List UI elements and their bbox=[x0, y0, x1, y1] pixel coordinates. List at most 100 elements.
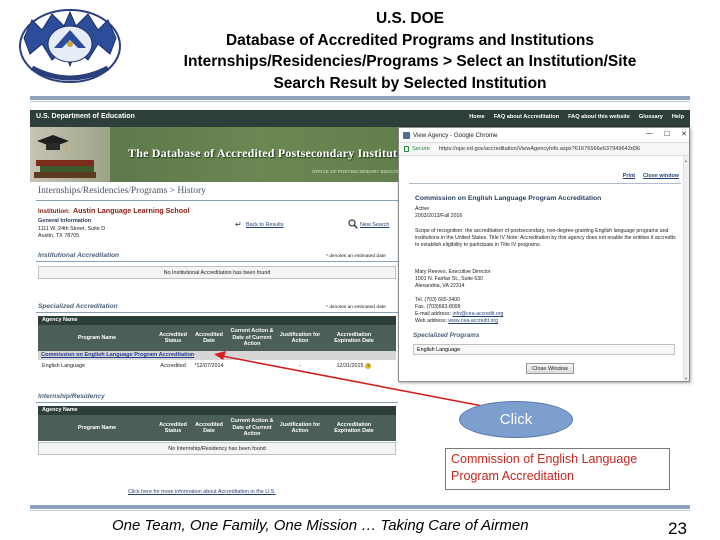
top-divider bbox=[30, 96, 690, 100]
institution-name: Austin Language Learning School bbox=[72, 206, 190, 215]
specialized-table-header: Program Name Accredited Status Accredite… bbox=[38, 325, 396, 351]
scroll-up-icon[interactable]: ▲ bbox=[684, 158, 688, 163]
secure-label: Secure bbox=[412, 146, 430, 152]
address-line-2: Austin, TX 78705 bbox=[38, 233, 80, 240]
heading-divider bbox=[36, 200, 398, 201]
web-label: Web address: bbox=[415, 318, 447, 324]
no-internship-residency: No Internship/Residency has been found bbox=[38, 442, 396, 455]
int-col-current-action: Current Action & Date of Current Action bbox=[230, 418, 274, 438]
graduation-cap-icon bbox=[37, 135, 69, 150]
web-link[interactable]: www.cea-accredit.org bbox=[448, 318, 498, 324]
nav-home[interactable]: Home bbox=[469, 114, 485, 120]
contact-line-2: 1001 N. Fairfax St., Suite 630 bbox=[415, 276, 484, 282]
print-link[interactable]: Print bbox=[623, 173, 635, 179]
expiration-date-value: 12/31/2015 bbox=[336, 363, 364, 369]
internship-residency-heading: Internship/Residency bbox=[38, 393, 105, 400]
ed-top-nav: Home FAQ about Accreditation FAQ about t… bbox=[469, 114, 684, 120]
col-accredited-status: Accredited Status bbox=[159, 331, 187, 345]
popup-window-title: View Agency - Google Chrome bbox=[413, 132, 498, 139]
back-arrow-icon[interactable]: ↵ bbox=[235, 220, 242, 229]
institutional-accreditation-heading: Institutional Accreditation bbox=[38, 252, 120, 259]
general-info-heading: General Information bbox=[38, 218, 92, 224]
page-heading: Internships/Residencies/Programs > Histo… bbox=[38, 186, 206, 196]
col-accredited-date: Accredited Date bbox=[195, 331, 223, 345]
slide-title: U.S. DOE Database of Accredited Programs… bbox=[110, 8, 710, 94]
back-to-results-link[interactable]: Back to Results bbox=[246, 222, 283, 228]
top-divider-thin bbox=[30, 101, 690, 102]
section-divider-3 bbox=[36, 402, 398, 403]
slide-page-number: 23 bbox=[668, 519, 687, 538]
expiration-cell: 12/31/2015? bbox=[324, 360, 384, 372]
nav-glossary[interactable]: Glossary bbox=[639, 114, 663, 120]
scroll-down-icon[interactable]: ▼ bbox=[684, 376, 688, 381]
int-col-justification: Justification for Action bbox=[279, 421, 321, 435]
agency-phone-block: Tel. (703) 665-3400 Fax. (703)683-8099 E… bbox=[415, 297, 677, 325]
books-icon bbox=[34, 160, 96, 178]
agency-status: Active bbox=[415, 206, 430, 212]
agency-scope: Scope of recognition: the accreditation … bbox=[415, 228, 676, 248]
agency-web-line: Web address: www.cea-accredit.org bbox=[415, 318, 677, 325]
int-col-accredited-status: Accredited Status bbox=[159, 421, 187, 435]
agency-tel: Tel. (703) 665-3400 bbox=[415, 297, 460, 303]
popup-url[interactable]: https://ope.ed.gov/accreditation/ViewAge… bbox=[439, 143, 640, 156]
ed-top-bar: U.S. Department of Education Home FAQ ab… bbox=[30, 110, 690, 127]
view-agency-popup: View Agency - Google Chrome — ☐ ✕ Secure… bbox=[398, 127, 690, 382]
info-icon[interactable]: ? bbox=[365, 363, 372, 369]
popup-address-bar[interactable]: Secure https://ope.ed.gov/accreditation/… bbox=[399, 143, 689, 156]
contact-line-1: Mary Reeves, Executive Director bbox=[415, 269, 491, 275]
nav-faq-website[interactable]: FAQ about this website bbox=[568, 114, 630, 120]
section-divider bbox=[36, 261, 398, 262]
agency-email-line: E-mail address: info@cea-accredit.org bbox=[415, 311, 677, 318]
maximize-icon[interactable]: ☐ bbox=[664, 130, 670, 138]
window-controls: — ☐ ✕ bbox=[646, 130, 687, 138]
nav-help[interactable]: Help bbox=[672, 114, 684, 120]
nav-faq-accreditation[interactable]: FAQ about Accreditation bbox=[494, 114, 559, 120]
specialized-accreditation-heading: Specialized Accreditation bbox=[38, 303, 118, 310]
popup-links: Print Close window bbox=[623, 173, 679, 179]
slide-title-line-1: U.S. DOE bbox=[375, 10, 445, 27]
magnifier-icon[interactable] bbox=[348, 219, 358, 229]
contact-line-3: Alexandria, VA 22314 bbox=[415, 283, 465, 289]
callout-note: Commission of English Language Program A… bbox=[445, 448, 670, 490]
table-row: English Language Accredited *12/07/2014 … bbox=[38, 360, 396, 372]
more-info-accreditation-link[interactable]: Click here for more information about Ac… bbox=[128, 489, 276, 495]
popup-scrollbar[interactable] bbox=[683, 156, 689, 381]
email-link[interactable]: info@cea-accredit.org bbox=[453, 311, 504, 317]
estimated-date-note-2: * denotes an estimated date bbox=[326, 305, 386, 310]
no-institutional-accreditation: No Institutional Accreditation has been … bbox=[38, 266, 396, 279]
status-cell: Accredited bbox=[160, 363, 186, 369]
close-window-button[interactable]: Close Window bbox=[526, 363, 574, 374]
air-force-personnel-center-seal bbox=[19, 9, 121, 83]
col-program-name: Program Name bbox=[77, 334, 117, 341]
new-search-link[interactable]: New Search bbox=[360, 222, 389, 228]
close-icon[interactable]: ✕ bbox=[681, 130, 687, 138]
close-window-link[interactable]: Close window bbox=[643, 173, 679, 179]
internship-agency-header: Agency Name bbox=[38, 406, 396, 415]
agency-years: 2003/2013/Fall 2016 bbox=[415, 213, 463, 219]
estimated-date-note: * denotes an estimated date bbox=[326, 254, 386, 259]
bottom-divider-thin bbox=[30, 510, 690, 511]
slide-title-line-3: Internships/Residencies/Programs > Selec… bbox=[183, 53, 637, 70]
minimize-icon[interactable]: — bbox=[646, 130, 653, 138]
accredited-date-cell: *12/07/2014 bbox=[194, 363, 224, 369]
institution-line: Institution: Austin Language Learning Sch… bbox=[38, 206, 190, 215]
current-action-cell bbox=[228, 360, 276, 372]
int-col-program-name: Program Name bbox=[77, 424, 117, 431]
agency-fax: Fax. (703)683-8099 bbox=[415, 304, 461, 310]
banner-subtitle: OFFICE OF POSTSECONDARY EDUCATION bbox=[312, 169, 408, 174]
agency-title: Commission on English Language Program A… bbox=[415, 195, 602, 202]
specialized-programs-heading: Specialized Programs bbox=[413, 332, 480, 339]
int-col-expiration-date: Accreditation Expiration Date bbox=[334, 421, 374, 435]
page-icon bbox=[403, 132, 410, 139]
commission-agency-link[interactable]: Commission on English Language Program A… bbox=[41, 352, 194, 358]
popup-divider bbox=[409, 183, 681, 184]
slide-title-line-4: Search Result by Selected Institution bbox=[273, 74, 547, 92]
justification-cell: - bbox=[299, 363, 301, 369]
history-page: Internships/Residencies/Programs > Histo… bbox=[30, 182, 400, 500]
ed-department-logo[interactable]: U.S. Department of Education bbox=[36, 113, 135, 120]
col-expiration-date: Accreditation Expiration Date bbox=[334, 331, 374, 345]
address-line-1: 1111 W. 24th Street, Suite D bbox=[38, 226, 106, 232]
internship-table-header: Program Name Accredited Status Accredite… bbox=[38, 415, 396, 441]
institution-label: Institution: bbox=[38, 208, 70, 215]
agency-name-header: Agency Name bbox=[38, 316, 396, 325]
